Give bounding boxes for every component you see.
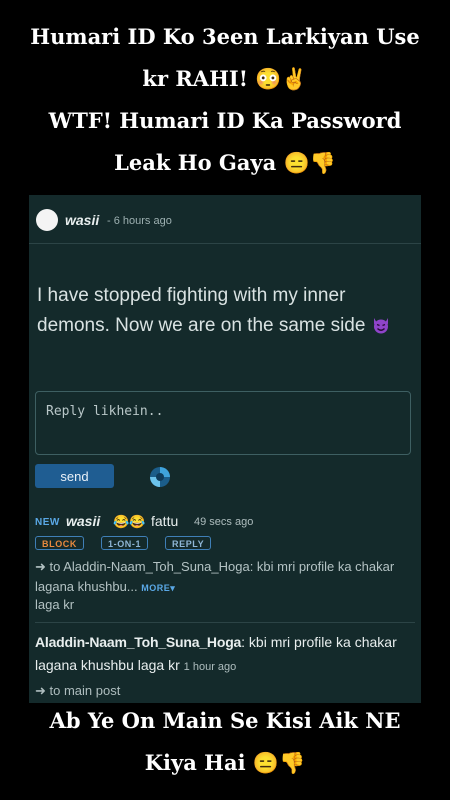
post-text: I have stopped fighting with my inner de… — [37, 285, 366, 336]
block-button[interactable]: BLOCK — [35, 536, 84, 550]
post-author[interactable]: wasii — [65, 212, 99, 228]
comment-author[interactable]: wasii — [66, 513, 100, 529]
caption-line: kr RAHI! 😳✌️ — [142, 66, 308, 91]
caption-line: Kiya Hai 😑👎 — [144, 750, 306, 775]
comment-text: fattu — [151, 513, 179, 529]
spinner-icon — [150, 467, 170, 487]
post-body: I have stopped fighting with my inner de… — [37, 281, 415, 341]
reply-context: ➜ to Aladdin-Naam_Toh_Suna_Hoga: kbi mri… — [35, 557, 415, 598]
bottom-caption: Ab Ye On Main Se Kisi Aik NE Kiya Hai 😑👎 — [0, 700, 450, 784]
smiling-devil-icon — [373, 318, 388, 334]
comment-timestamp: 49 secs ago — [194, 516, 254, 528]
caption-line: Leak Ho Gaya 😑👎 — [114, 150, 336, 175]
new-badge: NEW — [35, 517, 60, 528]
top-caption: Humari ID Ko 3een Larkiyan Use kr RAHI! … — [0, 16, 450, 184]
caption-line: Ab Ye On Main Se Kisi Aik NE — [49, 708, 401, 733]
more-link[interactable]: MORE▾ — [141, 583, 175, 593]
caption-line: WTF! Humari ID Ka Password — [48, 108, 402, 133]
reply-button[interactable]: REPLY — [165, 536, 212, 550]
comment-timestamp: 1 hour ago — [183, 661, 237, 673]
post-card: wasii - 6 hours ago I have stopped fight… — [29, 195, 421, 703]
post-header: wasii - 6 hours ago — [29, 195, 421, 244]
caption-line: Humari ID Ko 3een Larkiyan Use — [30, 24, 420, 49]
main-post-link[interactable]: ➜ to main post — [35, 683, 120, 699]
comment-body: Aladdin-Naam_Toh_Suna_Hoga: kbi mri prof… — [35, 631, 415, 679]
one-on-one-button[interactable]: 1-ON-1 — [101, 536, 149, 550]
avatar[interactable] — [36, 209, 58, 231]
reply-context-continued: laga kr — [35, 597, 75, 612]
post-timestamp: - 6 hours ago — [107, 215, 172, 227]
divider — [35, 622, 415, 623]
comment-emojis: 😂😂 — [113, 514, 146, 529]
comment-author[interactable]: Aladdin-Naam_Toh_Suna_Hoga — [35, 634, 241, 650]
send-button[interactable]: send — [35, 464, 114, 488]
comment-item: Aladdin-Naam_Toh_Suna_Hoga: kbi mri prof… — [35, 631, 415, 698]
reply-context-text: ➜ to Aladdin-Naam_Toh_Suna_Hoga: kbi mri… — [35, 559, 395, 594]
reply-input[interactable] — [35, 391, 411, 455]
